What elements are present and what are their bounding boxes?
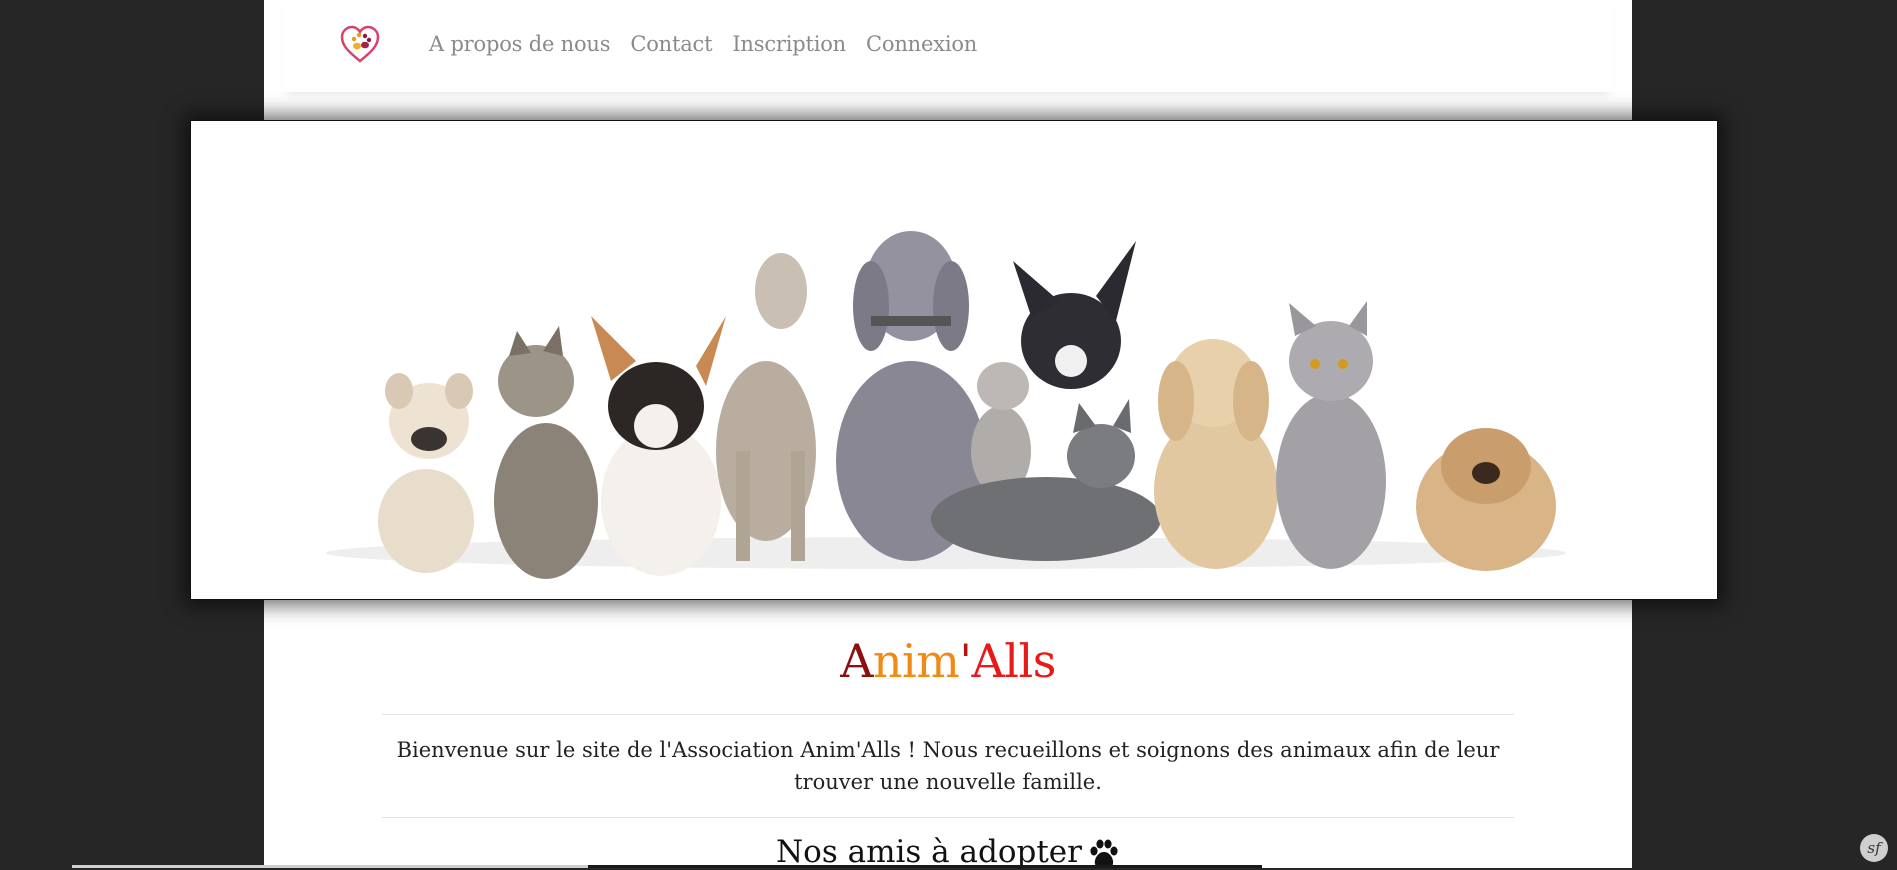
cocker-spaniel-puppy-image xyxy=(1154,339,1278,569)
hero-banner xyxy=(190,120,1718,600)
nav-link-login[interactable]: Connexion xyxy=(866,32,977,56)
whippet-puppy-image xyxy=(716,253,816,561)
paw-icon xyxy=(1090,839,1118,866)
brand-title-apostrophe: ' xyxy=(959,634,972,688)
main-content: Anim'Alls Bienvenue sur le site de l'Ass… xyxy=(264,598,1632,870)
pets-group-image xyxy=(326,231,1566,579)
welcome-text: Bienvenue sur le site de l'Association A… xyxy=(396,738,1500,794)
nav-link-signup[interactable]: Inscription xyxy=(732,32,846,56)
british-shorthair-cat-image xyxy=(1276,301,1386,569)
nav-links: A propos de nous Contact Inscription Con… xyxy=(429,32,977,56)
french-bulldog-image xyxy=(1013,241,1136,389)
divider-top xyxy=(382,714,1514,715)
corgi-puppy-image xyxy=(591,316,726,576)
brand-title-alls: Alls xyxy=(971,634,1057,688)
navbar: A propos de nous Contact Inscription Con… xyxy=(283,0,1613,92)
brand-title: Anim'Alls xyxy=(264,634,1632,688)
grey-kitten-image xyxy=(971,362,1031,496)
nav-link-about[interactable]: A propos de nous xyxy=(429,32,611,56)
brand-title-nim: nim xyxy=(872,634,960,688)
pomeranian-puppy-image xyxy=(1416,428,1556,571)
heart-paw-logo-icon[interactable] xyxy=(339,24,381,64)
nav-link-contact[interactable]: Contact xyxy=(630,32,712,56)
divider-bottom xyxy=(382,817,1514,818)
tabby-kitten-image xyxy=(494,326,598,579)
symfony-debug-toggle[interactable]: sf xyxy=(1860,834,1888,862)
brand-title-a: A xyxy=(840,634,873,688)
bulldog-puppy-image xyxy=(378,373,474,573)
